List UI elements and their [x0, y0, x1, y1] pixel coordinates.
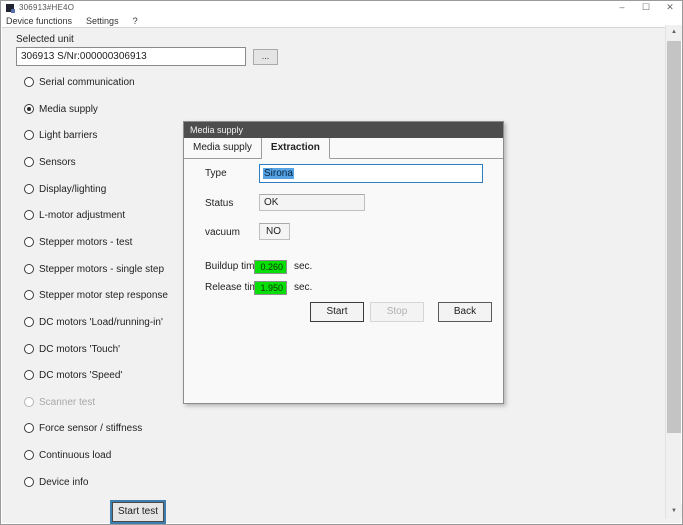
radio-item-dc-motors-load-running-in[interactable]: DC motors 'Load/running-in' [24, 315, 163, 329]
radio-item-media-supply[interactable]: Media supply [24, 102, 98, 116]
start-button[interactable]: Start [310, 302, 364, 322]
close-icon[interactable]: ✕ [658, 1, 682, 14]
radio-item-light-barriers[interactable]: Light barriers [24, 128, 97, 142]
radio-item-label: Force sensor / stiffness [39, 423, 142, 434]
radio-item-display-lighting[interactable]: Display/lighting [24, 182, 106, 196]
radio-icon[interactable] [24, 290, 34, 300]
menu-settings[interactable]: Settings [79, 14, 126, 27]
radio-item-label: Display/lighting [39, 184, 106, 195]
window-controls: – ☐ ✕ [610, 1, 682, 14]
selected-unit-field[interactable]: 306913 S/Nr:000000306913 [16, 47, 246, 66]
radio-item-serial-communication[interactable]: Serial communication [24, 75, 135, 89]
dialog-title: Media supply [184, 122, 503, 138]
radio-item-label: DC motors 'Touch' [39, 344, 120, 355]
radio-item-label: DC motors 'Load/running-in' [39, 317, 163, 328]
release-time-unit: sec. [294, 282, 312, 293]
radio-item-dc-motors-speed[interactable]: DC motors 'Speed' [24, 368, 122, 382]
maximize-icon[interactable]: ☐ [634, 1, 658, 14]
type-input[interactable]: Sirona [259, 164, 483, 183]
radio-item-continuous-load[interactable]: Continuous load [24, 448, 111, 462]
menu-device-functions[interactable]: Device functions [1, 14, 79, 27]
radio-item-label: Media supply [39, 104, 98, 115]
title-bar: 306913#HE4O – ☐ ✕ [1, 1, 682, 14]
vacuum-field: NO [259, 223, 290, 240]
scrollbar-thumb[interactable] [667, 41, 681, 433]
radio-item-label: Stepper motors - single step [39, 264, 164, 275]
radio-item-sensors[interactable]: Sensors [24, 155, 76, 169]
radio-icon[interactable] [24, 237, 34, 247]
window-title: 306913#HE4O [19, 3, 74, 12]
release-time-value: 1.950 [254, 281, 287, 295]
radio-icon[interactable] [24, 423, 34, 433]
buildup-time-value: 0.260 [254, 260, 287, 274]
radio-icon[interactable] [24, 344, 34, 354]
radio-item-label: Device info [39, 477, 88, 488]
radio-item-stepper-motors-single-step[interactable]: Stepper motors - single step [24, 262, 164, 276]
scroll-up-icon[interactable]: ▲ [666, 25, 682, 40]
radio-icon[interactable] [24, 77, 34, 87]
radio-item-label: Serial communication [39, 77, 135, 88]
back-button[interactable]: Back [438, 302, 492, 322]
radio-item-dc-motors-touch[interactable]: DC motors 'Touch' [24, 342, 120, 356]
vertical-scrollbar[interactable]: ▲ ▼ [665, 25, 681, 519]
menu-bar: Device functions Settings ? [1, 14, 682, 27]
tab-extraction[interactable]: Extraction [262, 138, 330, 159]
minimize-icon[interactable]: – [610, 1, 634, 14]
radio-item-label: Light barriers [39, 130, 97, 141]
status-field: OK [259, 194, 365, 211]
radio-item-label: Stepper motors - test [39, 237, 132, 248]
radio-icon[interactable] [24, 477, 34, 487]
radio-item-scanner-test: Scanner test [24, 395, 95, 409]
media-supply-dialog: Media supply Media supply Extraction Typ… [183, 121, 504, 404]
buildup-time-label: Buildup time [205, 261, 260, 272]
type-label: Type [205, 168, 227, 179]
radio-item-device-info[interactable]: Device info [24, 475, 88, 489]
radio-icon[interactable] [24, 264, 34, 274]
radio-item-label: L-motor adjustment [39, 210, 125, 221]
dialog-tab-row: Media supply Extraction [184, 138, 503, 159]
menu-help[interactable]: ? [126, 14, 145, 27]
status-label: Status [205, 198, 233, 209]
radio-icon[interactable] [24, 450, 34, 460]
buildup-time-unit: sec. [294, 261, 312, 272]
radio-selected-icon[interactable] [24, 104, 34, 114]
start-test-button[interactable]: Start test [112, 502, 164, 522]
radio-icon[interactable] [24, 130, 34, 140]
client-area: Selected unit 306913 S/Nr:000000306913 .… [2, 27, 681, 523]
type-selected-text: Sirona [263, 168, 294, 179]
radio-item-label: Sensors [39, 157, 76, 168]
radio-item-label: Stepper motor step response [39, 290, 168, 301]
app-window: 306913#HE4O – ☐ ✕ Device functions Setti… [0, 0, 683, 525]
radio-icon [24, 397, 34, 407]
browse-unit-button[interactable]: ... [253, 49, 278, 65]
stop-button: Stop [370, 302, 424, 322]
radio-item-stepper-motor-step-response[interactable]: Stepper motor step response [24, 288, 168, 302]
radio-icon[interactable] [24, 370, 34, 380]
scroll-down-icon[interactable]: ▼ [666, 504, 682, 519]
radio-icon[interactable] [24, 157, 34, 167]
radio-icon[interactable] [24, 184, 34, 194]
radio-item-l-motor-adjustment[interactable]: L-motor adjustment [24, 208, 125, 222]
tab-media-supply[interactable]: Media supply [184, 138, 262, 159]
radio-item-label: Continuous load [39, 450, 111, 461]
vacuum-label: vacuum [205, 227, 240, 238]
radio-item-force-sensor-stiffness[interactable]: Force sensor / stiffness [24, 421, 142, 435]
radio-item-stepper-motors-test[interactable]: Stepper motors - test [24, 235, 132, 249]
radio-icon[interactable] [24, 210, 34, 220]
radio-icon[interactable] [24, 317, 34, 327]
radio-item-label: DC motors 'Speed' [39, 370, 122, 381]
radio-item-label: Scanner test [39, 397, 95, 408]
selected-unit-label: Selected unit [16, 34, 74, 45]
app-icon [6, 4, 14, 12]
